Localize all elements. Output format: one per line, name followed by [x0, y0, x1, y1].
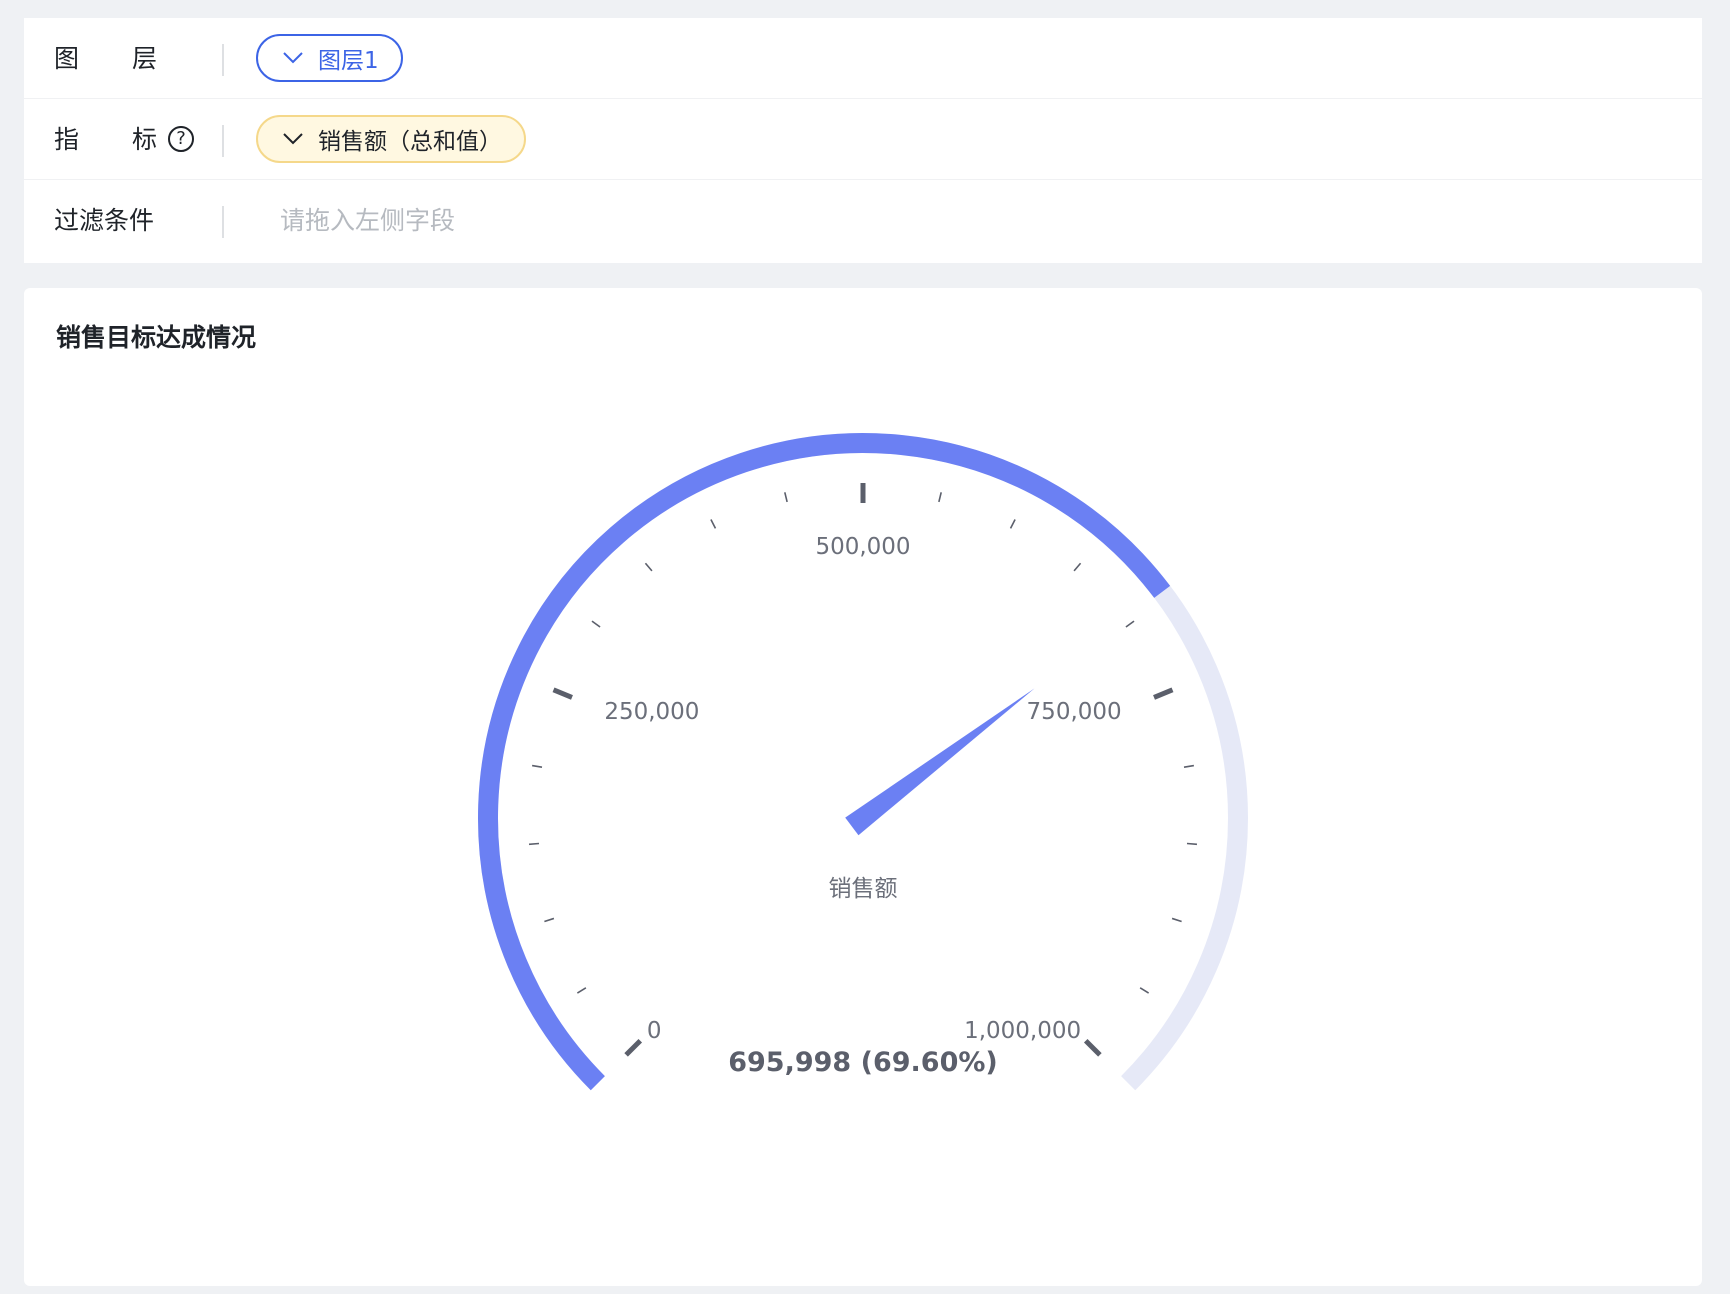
gauge-minor-tick [1139, 987, 1150, 994]
gauge-pointer [845, 688, 1035, 836]
filter-row: 过滤条件 请拖入左侧字段 [24, 180, 1702, 261]
gauge-minor-tick [938, 492, 942, 503]
layer-select-value: 图层1 [318, 48, 379, 74]
gauge-minor-tick [1125, 620, 1135, 628]
metric-label-char2: 标 [132, 125, 158, 154]
layer-label-char2: 层 [132, 44, 158, 73]
gauge-minor-tick [544, 917, 555, 923]
gauge-minor-tick [784, 492, 788, 503]
gauge-minor-tick [1171, 917, 1182, 923]
gauge-value-label: 695,998 (69.60%) [728, 1047, 998, 1078]
filter-label: 过滤条件 [54, 206, 155, 235]
chevron-down-icon [283, 133, 303, 145]
help-icon[interactable]: ? [168, 126, 194, 152]
gauge-minor-tick [1183, 764, 1195, 768]
metric-select-value: 销售额（总和值） [318, 129, 502, 155]
metric-label: 指 标 [54, 99, 157, 180]
row-divider [222, 44, 224, 76]
gauge-minor-tick [710, 519, 717, 529]
gauge-major-tick [552, 687, 573, 700]
gauge-tick-label: 750,000 [1027, 699, 1122, 725]
gauge-chart: 0 250,000 500,000 750,000 1,000,000 销售额 695,99… [478, 433, 1248, 1091]
metric-select-pill[interactable]: 销售额（总和值） [256, 115, 526, 163]
gauge-tick-label: 250,000 [604, 699, 699, 725]
gauge-tick-label: 0 [647, 1018, 662, 1044]
gauge-minor-tick [531, 764, 543, 768]
metric-row: 指 标 ? 销售额（总和值） [24, 99, 1702, 180]
gauge-minor-tick [591, 620, 601, 628]
gauge-major-tick [1153, 687, 1174, 700]
gauge-minor-tick [1186, 842, 1198, 846]
gauge-minor-tick [644, 562, 653, 572]
layer-label: 图 层 [54, 18, 157, 99]
layer-label-char1: 图 [54, 44, 80, 73]
layer-row: 图 层 图层1 [24, 18, 1702, 99]
gauge-minor-tick [528, 842, 540, 846]
row-divider [222, 125, 224, 157]
gauge-major-tick [624, 1038, 643, 1057]
gauge-tick-label: 500,000 [815, 534, 910, 560]
layer-select-pill[interactable]: 图层1 [256, 34, 403, 82]
gauge-major-tick [1083, 1038, 1102, 1057]
chevron-down-icon [283, 52, 303, 64]
window-edge [1706, 0, 1730, 1294]
config-panel: 图 层 图层1 指 标 ? 销售额（总和值） 过滤条件 请拖入左侧字段 [24, 18, 1702, 263]
row-divider [222, 206, 224, 238]
gauge-minor-tick [1073, 562, 1082, 572]
gauge-series-label: 销售额 [829, 876, 898, 902]
gauge-tick-label: 1,000,000 [964, 1018, 1081, 1044]
gauge-minor-tick [1009, 519, 1016, 529]
filter-drop-zone[interactable]: 请拖入左侧字段 [280, 180, 455, 261]
chart-card: 销售目标达成情况 0 250,000 500,000 750,000 1,000,000… [24, 288, 1702, 1286]
gauge-minor-tick [576, 987, 587, 994]
metric-label-char1: 指 [54, 125, 80, 154]
